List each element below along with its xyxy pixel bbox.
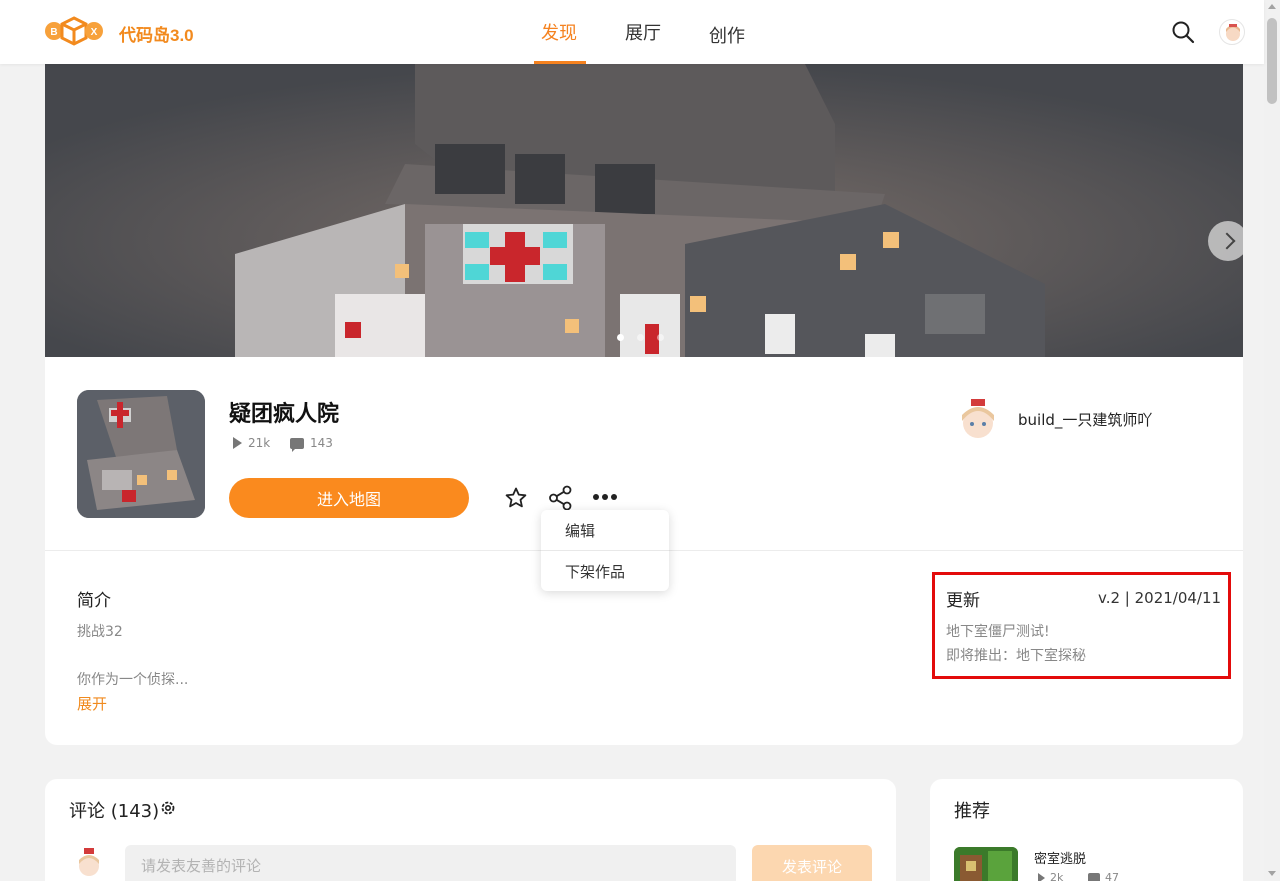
author-name[interactable]: build_一只建筑师吖 [1018,409,1152,430]
avatar-face-icon [1226,24,1240,41]
user-avatar[interactable] [1219,19,1245,45]
recommend-item-thumbnail[interactable] [954,847,1018,881]
more-options-menu: 编辑 下架作品 [541,510,669,591]
menu-item-unpublish[interactable]: 下架作品 [541,551,669,591]
recommend-comments-value: 47 [1105,871,1119,881]
banner-carousel[interactable] [45,64,1243,357]
comment-count: 143 [290,436,333,452]
intro-heading: 简介 [77,591,111,611]
expand-link[interactable]: 展开 [77,693,107,714]
logo-icon[interactable]: B X [44,14,104,48]
recommend-item-title[interactable]: 密室逃脱 [1034,848,1086,867]
play-count: 21k [233,436,270,450]
banner-next-button[interactable] [1208,221,1243,261]
intro-line-1: 挑战32 [77,624,123,640]
more-options-icon[interactable] [593,494,617,502]
comment-icon [1088,872,1100,881]
gear-icon[interactable] [159,799,177,817]
recommend-heading: 推荐 [954,801,990,822]
banner-image [45,64,1243,357]
tab-create[interactable]: 创作 [709,22,745,48]
update-line-1: 地下室僵尸测试! [946,624,1050,640]
recommend-item-comments: 47 [1088,871,1119,881]
post-comment-button[interactable]: 发表评论 [752,845,872,881]
update-heading: 更新 [946,591,980,611]
comments-heading: 评论 (143) [69,801,160,822]
enter-map-button[interactable]: 进入地图 [229,478,469,518]
intro-line-2: 你作为一个侦探... [77,672,189,688]
page-scrollbar[interactable] [1264,0,1280,881]
update-line-2: 即将推出：地下室探秘 [946,648,1086,664]
work-thumbnail [77,390,205,518]
tab-gallery[interactable]: 展厅 [625,19,661,45]
svg-text:B: B [50,27,57,38]
carousel-dot-1[interactable] [617,334,624,341]
menu-item-edit[interactable]: 编辑 [541,510,669,550]
play-icon [1038,872,1045,881]
play-icon [233,437,242,449]
share-icon[interactable] [548,485,574,511]
carousel-dot-2[interactable] [637,334,644,341]
author-avatar[interactable] [956,397,1000,441]
brand-name[interactable]: 代码岛3.0 [119,21,194,46]
play-count-value: 21k [248,436,271,450]
recommend-item-plays: 2k [1038,871,1063,881]
work-title: 疑团疯人院 [229,402,340,427]
scroll-down-arrow-icon[interactable] [1268,871,1276,876]
top-navbar: B X 代码岛3.0 发现 展厅 创作 [0,0,1264,64]
scrollbar-thumb[interactable] [1267,18,1277,104]
commenter-avatar [79,848,99,876]
active-tab-indicator [534,61,586,64]
tab-discover[interactable]: 发现 [541,19,577,45]
svg-text:X: X [91,27,98,38]
carousel-dot-3[interactable] [657,334,664,341]
search-icon[interactable] [1171,20,1195,44]
star-icon[interactable] [504,486,528,510]
scroll-up-arrow-icon[interactable] [1268,4,1276,9]
comment-count-value: 143 [310,436,333,450]
comment-input[interactable] [125,845,736,881]
update-version-date: v.2 | 2021/04/11 [1098,589,1222,607]
recommend-plays-value: 2k [1050,871,1064,881]
comment-icon [290,437,304,452]
